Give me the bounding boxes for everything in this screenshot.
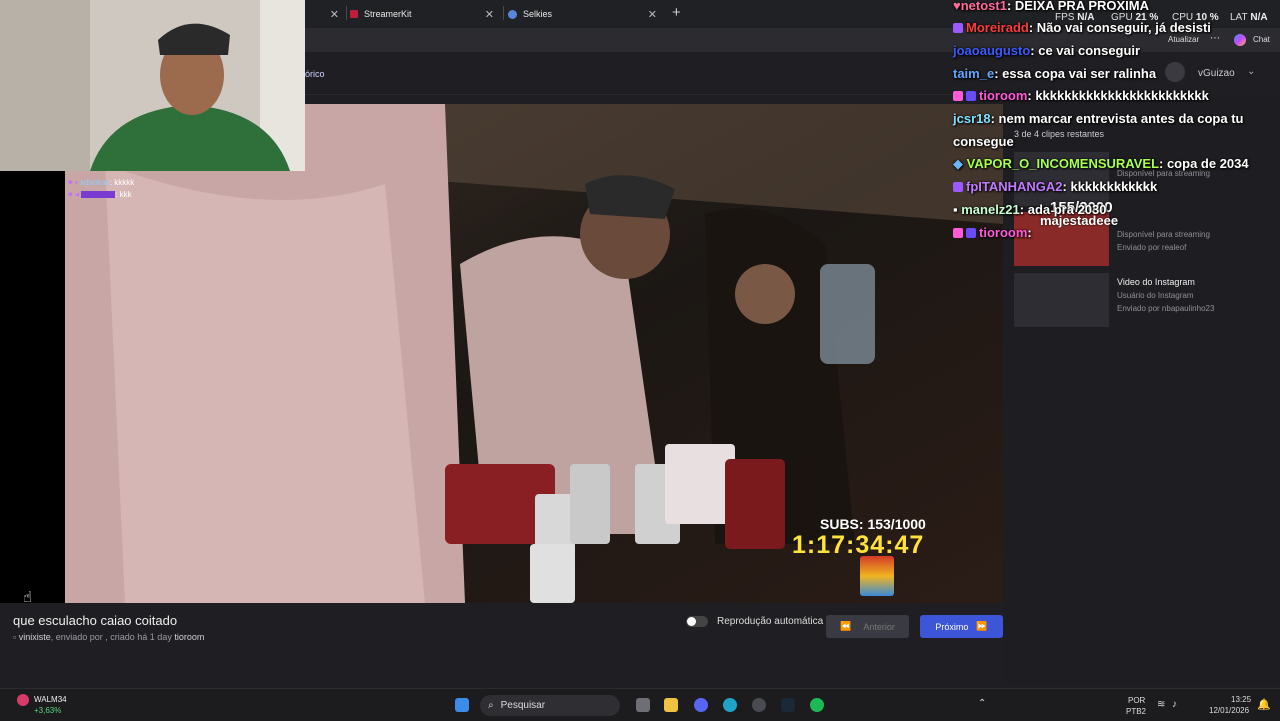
sub-badge-icon (966, 91, 976, 101)
tab-label: StreamerKit (364, 9, 412, 19)
file-explorer-icon[interactable] (664, 698, 678, 712)
webcam-frame (0, 0, 305, 171)
tab-selkies[interactable]: Selkies ✕ (508, 2, 663, 26)
chevron-up-icon[interactable]: ⌃ (978, 698, 986, 709)
queue-title[interactable]: Video do Instagram (1117, 277, 1195, 287)
volume-icon[interactable]: ♪ (1172, 699, 1177, 710)
tab-current[interactable]: ✕ (305, 2, 345, 26)
rewind-icon: ⏪ (840, 621, 852, 631)
discord-icon[interactable] (694, 698, 708, 712)
mini-chat: ♥ ▪ xdsolrac: kkkkk ♥ ◂ : kkk (68, 178, 134, 202)
stock-name[interactable]: WALM34 (34, 695, 67, 704)
history-link[interactable]: órico (305, 69, 325, 79)
chat-bubble-icon: ▫ (13, 632, 17, 642)
chat-message-continuation: consegue (953, 134, 1014, 149)
user-name[interactable]: vGuizao (1198, 68, 1235, 79)
stock-icon[interactable] (17, 694, 29, 706)
badge-icon (953, 23, 963, 33)
queue-sender: Enviado por realeof (1117, 243, 1187, 252)
subs-counter: SUBS: 153/1000 (820, 516, 926, 532)
lat-readout: LAT N/A (1230, 12, 1268, 23)
chat-message: tioroom: (953, 225, 1032, 240)
tab-streamerkit[interactable]: StreamerKit ✕ (350, 2, 500, 26)
app-icon[interactable] (752, 698, 766, 712)
chat-message: Moreiradd: Não vai conseguir, já desisti (953, 20, 1211, 35)
chat-message: ◆ VAPOR_O_INCOMENSURAVEL: copa de 2034 (953, 156, 1249, 171)
search-placeholder: Pesquisar (500, 700, 546, 711)
tab-label: Selkies (523, 9, 553, 19)
keyboard-layout[interactable]: PTB2 (1126, 707, 1146, 716)
chevron-down-icon[interactable]: ⌄ (1247, 66, 1255, 77)
close-icon[interactable]: ✕ (330, 8, 339, 21)
stock-change: +3,63% (34, 706, 62, 715)
fast-forward-icon: ⏩ (976, 621, 988, 631)
chat-message: jcsr18: nem marcar entrevista antes da c… (953, 111, 1244, 126)
chat-button[interactable]: Chat (1253, 35, 1270, 44)
clock-time[interactable]: 13:25 (1231, 695, 1251, 704)
sub-badge-icon (966, 228, 976, 238)
chat-message: ♥netost1: DEIXA PRA PROXIMA (953, 0, 1150, 13)
chat-message: fpITANHANGA2: kkkkkkkkkkkk (953, 179, 1157, 194)
chat-message: tioroom: kkkkkkkkkkkkkkkkkkkkkkkk (953, 88, 1209, 103)
language-indicator[interactable]: POR (1128, 696, 1145, 705)
tab-separator (346, 6, 347, 20)
spotify-icon[interactable] (810, 698, 824, 712)
tab-separator (503, 6, 504, 20)
windows-start-icon[interactable] (455, 698, 469, 712)
update-button[interactable]: Atualizar (1168, 35, 1199, 44)
mini-chat-line: ♥ ◂ : kkk (68, 190, 132, 199)
steam-icon[interactable] (781, 698, 795, 712)
badge-icon: ▪ (953, 202, 958, 217)
clip-title: que esculacho caiao coitado (13, 613, 178, 628)
chat-message: taim_e: essa copa vai ser ralinha (953, 66, 1157, 81)
heart-badge-icon (953, 228, 963, 238)
close-icon[interactable]: ✕ (485, 8, 494, 21)
autoplay-label: Reprodução automática (717, 616, 824, 627)
subathon-timer: 1:17:34:47 (792, 531, 925, 559)
selkies-icon (508, 9, 517, 19)
search-box[interactable]: ⌕ Pesquisar (480, 695, 620, 716)
webcam-overlay (0, 0, 305, 171)
autoplay-toggle[interactable]: Reprodução automática (686, 616, 823, 627)
edge-icon[interactable] (723, 698, 737, 712)
close-icon[interactable]: ✕ (648, 8, 657, 21)
queue-thumbnail[interactable] (1014, 273, 1109, 327)
previous-button[interactable]: ⏪ Anterior (826, 615, 909, 638)
clip-meta: ▫ vinixiste, enviado por , criado há 1 d… (13, 632, 205, 642)
clock-date[interactable]: 12/01/2026 (1209, 706, 1249, 715)
avatar[interactable] (1165, 62, 1185, 82)
clip-uploader[interactable]: tioroom (174, 632, 204, 642)
queue-sender: Enviado por nbapaulinho23 (1117, 304, 1215, 313)
more-icon[interactable]: ⋯ (1210, 33, 1220, 44)
notification-bell-icon[interactable]: 🔔 (1257, 698, 1271, 711)
search-icon: ⌕ (488, 700, 494, 711)
channel-logo-icon (860, 556, 894, 596)
diamond-icon: ◆ (953, 156, 963, 171)
streamerkit-icon (350, 10, 358, 18)
new-tab-icon[interactable]: + (672, 4, 681, 21)
badge-icon (953, 182, 963, 192)
taskbar: WALM34 +3,63% ⌕ Pesquisar ⌃ POR PTB2 ≋ ♪… (0, 688, 1280, 721)
hand-cursor-icon: ☝ (23, 589, 33, 606)
task-view-icon[interactable] (636, 698, 650, 712)
remaining-count: 3 de 4 clipes restantes (1014, 129, 1105, 139)
queue-platform: Usuário do Instagram (1117, 291, 1194, 300)
toggle-switch[interactable] (686, 616, 708, 627)
player-left-bar (0, 171, 65, 603)
copilot-icon[interactable] (1234, 34, 1246, 46)
next-button[interactable]: Próximo ⏩ (920, 615, 1003, 638)
heart-icon: ♥ (953, 0, 961, 13)
wifi-icon[interactable]: ≋ (1157, 699, 1165, 710)
chat-message: ▪ manelz21: ada pra 2030 (953, 202, 1107, 217)
heart-badge-icon (953, 91, 963, 101)
mini-chat-line: ♥ ▪ xdsolrac: kkkkk (68, 178, 135, 187)
queue-status: Disponível para streaming (1117, 230, 1210, 239)
chat-message: joaoaugusto: ce vai conseguir (953, 43, 1141, 58)
clip-author[interactable]: vinixiste (19, 632, 51, 642)
